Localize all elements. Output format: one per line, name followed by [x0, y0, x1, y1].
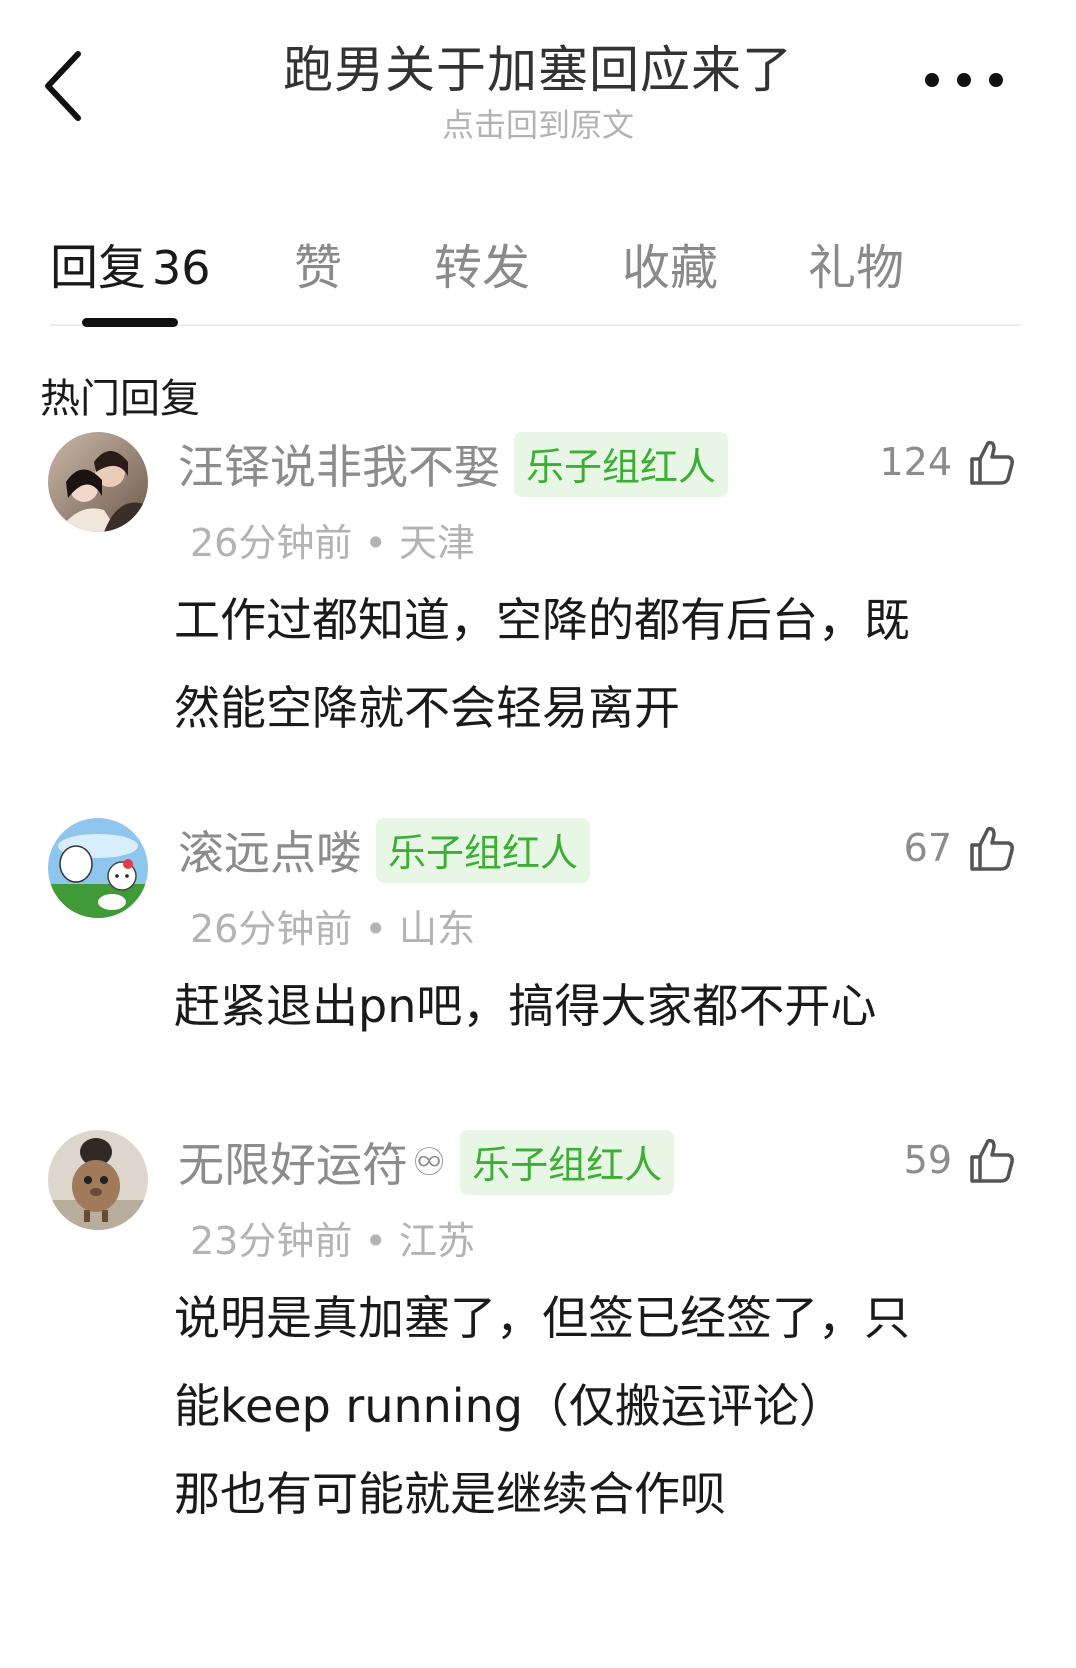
tab-replies[interactable]: 回复 36 — [50, 228, 211, 298]
like-count: 67 — [903, 826, 952, 870]
meta-separator: • — [352, 1219, 399, 1263]
more-button[interactable] — [920, 60, 1010, 100]
back-button[interactable] — [38, 46, 98, 126]
user-line: 无限好运符 ♾ 乐子组红人 — [178, 1129, 675, 1195]
tab-replies-label: 回复 — [50, 240, 147, 296]
comment-body: 赶紧退出pn吧，搞得大家都不开心 — [174, 962, 984, 1050]
comment-line: 然能空降就不会轻易离开 — [174, 681, 680, 735]
user-line: 汪铎说非我不娶 乐子组红人 — [178, 431, 729, 497]
comment-location: 江苏 — [398, 1219, 475, 1263]
like-button[interactable]: 124 — [879, 432, 1016, 492]
page-title: 跑男关于加塞回应来了 — [283, 41, 793, 99]
tab-reposts[interactable]: 转发 — [434, 228, 530, 298]
username[interactable]: 无限好运符 — [178, 1129, 408, 1195]
infinity-symbol: ♾ — [412, 1140, 447, 1184]
avatar[interactable] — [48, 818, 148, 918]
comment-time: 23分钟前 — [190, 1219, 353, 1263]
top-bar: 跑男关于加塞回应来了 点击回到原文 — [0, 0, 1076, 160]
tab-replies-count: 36 — [152, 241, 211, 295]
tab-gifts[interactable]: 礼物 — [808, 228, 904, 298]
comment-meta: 26分钟前 • 山东 — [190, 898, 475, 953]
comment-line: 赶紧退出pn吧，搞得大家都不开心 — [174, 979, 877, 1033]
tabs-divider — [50, 324, 1020, 326]
tab-bar: 回复 36 赞 转发 收藏 礼物 — [50, 218, 1030, 328]
chevron-left-icon — [45, 51, 81, 121]
comment-body: 工作过都知道，空降的都有后台，既 然能空降就不会轻易离开 — [174, 576, 984, 752]
avatar[interactable] — [48, 1130, 148, 1230]
user-badge: 乐子组红人 — [460, 1129, 675, 1195]
comment-line: 那也有可能就是继续合作呗 — [174, 1467, 726, 1521]
more-dots-icon — [925, 73, 1003, 87]
comment-meta: 23分钟前 • 江苏 — [190, 1210, 475, 1265]
thumbs-up-icon — [970, 826, 1014, 871]
like-button[interactable]: 67 — [904, 818, 1016, 878]
section-title: 热门回复 — [40, 376, 200, 422]
meta-separator: • — [352, 521, 399, 565]
back-to-original-link[interactable]: 点击回到原文 — [338, 100, 738, 146]
username[interactable]: 汪铎说非我不娶 — [178, 431, 500, 497]
thumbs-up-icon — [970, 440, 1014, 485]
user-badge: 乐子组红人 — [376, 817, 591, 883]
comment-line: 说明是真加塞了，但签已经签了，只 — [174, 1291, 910, 1345]
comment-meta: 26分钟前 • 天津 — [190, 512, 475, 567]
comment-body: 说明是真加塞了，但签已经签了，只 能keep running（仅搬运评论） 那也… — [174, 1274, 984, 1538]
username[interactable]: 滚远点喽 — [178, 817, 362, 883]
like-count: 59 — [903, 1138, 952, 1182]
tab-likes[interactable]: 赞 — [294, 228, 342, 298]
thumbs-up-icon — [970, 1138, 1014, 1183]
comment-location: 山东 — [398, 907, 475, 951]
user-line: 滚远点喽 乐子组红人 — [178, 817, 591, 883]
meta-separator: • — [352, 907, 399, 951]
like-count: 124 — [879, 440, 952, 484]
active-tab-indicator — [82, 318, 178, 327]
comment-location: 天津 — [398, 521, 475, 565]
tab-favorites[interactable]: 收藏 — [622, 228, 718, 298]
comment-time: 26分钟前 — [190, 907, 353, 951]
avatar[interactable] — [48, 432, 148, 532]
like-button[interactable]: 59 — [904, 1130, 1016, 1190]
comment-line: 能keep running（仅搬运评论） — [174, 1379, 845, 1433]
user-badge: 乐子组红人 — [514, 431, 729, 497]
comment-time: 26分钟前 — [190, 521, 353, 565]
comment-line: 工作过都知道，空降的都有后台，既 — [174, 593, 910, 647]
